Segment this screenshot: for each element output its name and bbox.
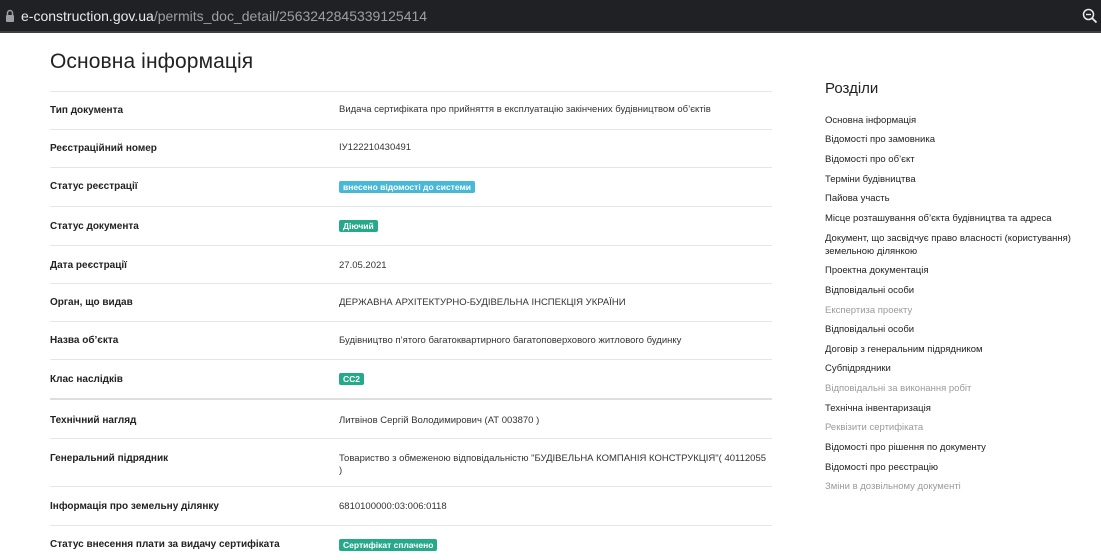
info-row-registration-number: Реєстраційний номер IУ122210430491 <box>50 129 772 167</box>
row-value: Литвінов Сергій Володимирович (АТ 003870… <box>339 415 540 426</box>
payment-badge: Сертифікат сплачено <box>339 539 438 551</box>
section-link-location-address[interactable]: Місце розташування об’єкта будівництва т… <box>825 212 1075 225</box>
section-link-responsible-persons-2[interactable]: Відповідальні особи <box>825 323 1075 336</box>
row-label: Реєстраційний номер <box>50 143 157 154</box>
row-label: Назва об’єкта <box>50 335 119 346</box>
row-value: внесено відомості до системи <box>339 181 769 194</box>
info-row-object-name: Назва об’єкта Будівництво п’ятого багато… <box>50 321 772 359</box>
info-row-document-type: Тип документа Видача сертифіката про при… <box>50 91 772 129</box>
row-label: Генеральний підрядник <box>50 453 169 464</box>
row-value: ДЕРЖАВНА АРХІТЕКТУРНО-БУДІВЕЛЬНА ІНСПЕКЦ… <box>339 297 626 308</box>
row-label: Статус документа <box>50 221 139 232</box>
section-link-document-decisions[interactable]: Відомості про рішення по документу <box>825 441 1075 454</box>
section-link-permit-changes: Зміни в дозвільному документі <box>825 481 961 492</box>
sections-title: Розділи <box>825 80 879 97</box>
section-link-registration-info[interactable]: Відомості про реєстрацію <box>825 461 1075 474</box>
row-label: Технічний нагляд <box>50 415 137 426</box>
row-value: IУ122210430491 <box>339 142 412 153</box>
zoom-icon[interactable] <box>1082 8 1098 24</box>
row-value: Сертифікат сплачено <box>339 539 769 552</box>
info-row-document-status: Статус документа Діючий <box>50 206 772 245</box>
section-link-share-participation[interactable]: Пайова участь <box>825 192 1075 205</box>
section-link-main-info[interactable]: Основна інформація <box>825 114 1075 127</box>
section-link-construction-terms[interactable]: Терміни будівництва <box>825 173 1075 186</box>
row-value: Діючий <box>339 220 769 233</box>
info-row-payment-status: Статус внесення плати за видачу сертифік… <box>50 525 772 560</box>
row-label: Тип документа <box>50 105 124 116</box>
row-label: Статус внесення плати за видачу сертифік… <box>50 539 280 550</box>
url-host: e-construction.gov.ua <box>21 8 154 24</box>
section-link-land-ownership-document[interactable]: Документ, що засвідчує право власності (… <box>825 232 1075 258</box>
info-row-land-plot: Інформація про земельну ділянку 68101000… <box>50 486 772 525</box>
class-badge: СС2 <box>339 373 365 385</box>
row-label: Дата реєстрації <box>50 260 127 271</box>
address-bar-divider <box>0 31 1101 33</box>
url-path: /permits_doc_detail/2563242845339125414 <box>153 8 428 24</box>
row-label: Клас наслідків <box>50 374 123 385</box>
lock-icon <box>6 9 14 22</box>
section-link-project-documentation[interactable]: Проектна документація <box>825 264 1075 277</box>
info-row-registration-status: Статус реєстрації внесено відомості до с… <box>50 167 772 206</box>
info-row-registration-date: Дата реєстрації 27.05.2021 <box>50 245 772 283</box>
row-value: СС2 <box>339 373 769 386</box>
row-label: Орган, що видав <box>50 297 133 308</box>
section-link-project-expertise: Експертиза проекту <box>825 305 913 316</box>
browser-address-bar[interactable]: e-construction.gov.ua/permits_doc_detail… <box>0 0 1101 33</box>
info-row-issuing-authority: Орган, що видав ДЕРЖАВНА АРХІТЕКТУРНО-БУ… <box>50 283 772 321</box>
info-row-technical-supervision: Технічний нагляд Литвінов Сергій Володим… <box>50 398 772 438</box>
url-text[interactable]: e-construction.gov.ua/permits_doc_detail… <box>21 8 427 25</box>
section-link-certificate-details: Реквізити сертифіката <box>825 422 924 433</box>
status-badge: Діючий <box>339 220 378 232</box>
section-link-technical-inventory[interactable]: Технічна інвентаризація <box>825 402 1075 415</box>
section-link-customer[interactable]: Відомості про замовника <box>825 133 1075 146</box>
row-value: 27.05.2021 <box>339 260 387 271</box>
page-title: Основна інформація <box>50 50 254 73</box>
row-value: Будівництво п’ятого багатоквартирного ба… <box>339 335 682 346</box>
row-value: 6810100000:03:006:0118 <box>339 501 447 512</box>
section-link-work-responsible: Відповідальні за виконання робіт <box>825 383 972 394</box>
info-row-consequence-class: Клас наслідків СС2 <box>50 359 772 398</box>
section-link-responsible-persons[interactable]: Відповідальні особи <box>825 284 1075 297</box>
row-value: Видача сертифіката про прийняття в експл… <box>339 104 711 115</box>
row-label: Інформація про земельну ділянку <box>50 501 219 512</box>
info-row-general-contractor: Генеральний підрядник Товариство з обмеж… <box>50 438 772 486</box>
row-label: Статус реєстрації <box>50 181 138 192</box>
section-link-object[interactable]: Відомості про об’єкт <box>825 153 1075 166</box>
status-badge: внесено відомості до системи <box>339 181 475 193</box>
section-link-subcontractors[interactable]: Субпідрядники <box>825 362 1075 375</box>
row-value: Товариство з обмеженою відповідальністю … <box>339 453 767 476</box>
section-link-general-contractor-agreement[interactable]: Договір з генеральним підрядником <box>825 343 1075 356</box>
